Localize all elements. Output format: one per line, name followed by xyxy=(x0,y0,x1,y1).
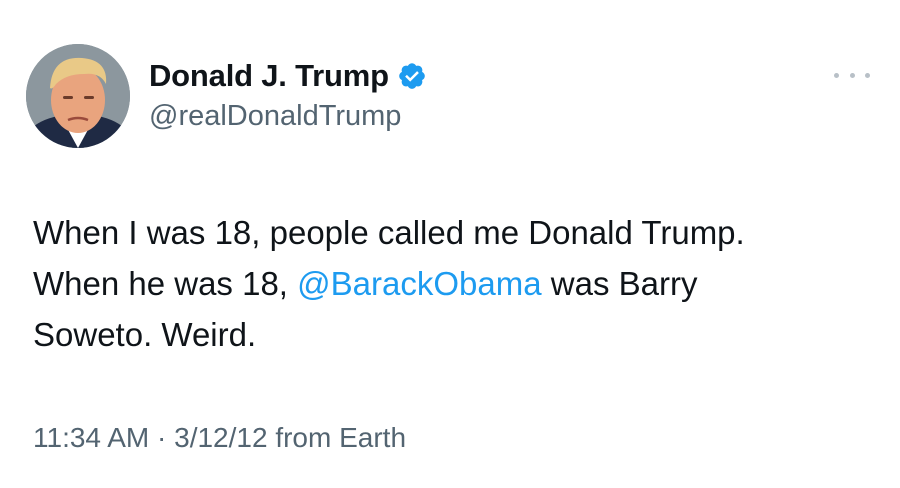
display-name[interactable]: Donald J. Trump xyxy=(149,58,389,94)
tweet-line-1: When I was 18, people called me Donald T… xyxy=(33,214,745,251)
tweet-card: Donald J. Trump @realDonaldTrump When I … xyxy=(0,0,900,488)
tweet-date[interactable]: 3/12/12 xyxy=(174,422,267,453)
more-icon[interactable] xyxy=(834,66,870,84)
more-dot xyxy=(849,72,855,78)
name-row: Donald J. Trump xyxy=(149,56,427,96)
tweet-line-2-suffix: was Barry xyxy=(541,265,698,302)
more-dot xyxy=(834,72,839,78)
tweet-meta: 11:34 AM · 3/12/12 from Earth xyxy=(33,422,406,454)
verified-badge-icon xyxy=(397,61,427,91)
avatar-image xyxy=(26,44,130,148)
more-dot xyxy=(865,72,870,78)
tweet-source: from Earth xyxy=(267,422,407,453)
tweet-line-2-prefix: When he was 18, xyxy=(33,265,298,302)
tweet-line-2: When he was 18, @BarackObama was Barry xyxy=(33,258,873,309)
handle[interactable]: @realDonaldTrump xyxy=(149,100,401,133)
avatar[interactable] xyxy=(26,44,130,148)
tweet-time[interactable]: 11:34 AM xyxy=(33,422,149,453)
meta-separator: · xyxy=(149,422,175,453)
tweet-text: When I was 18, people called me Donald T… xyxy=(33,207,873,360)
mention-link[interactable]: @BarackObama xyxy=(297,265,541,302)
tweet-line-3: Soweto. Weird. xyxy=(33,316,257,353)
